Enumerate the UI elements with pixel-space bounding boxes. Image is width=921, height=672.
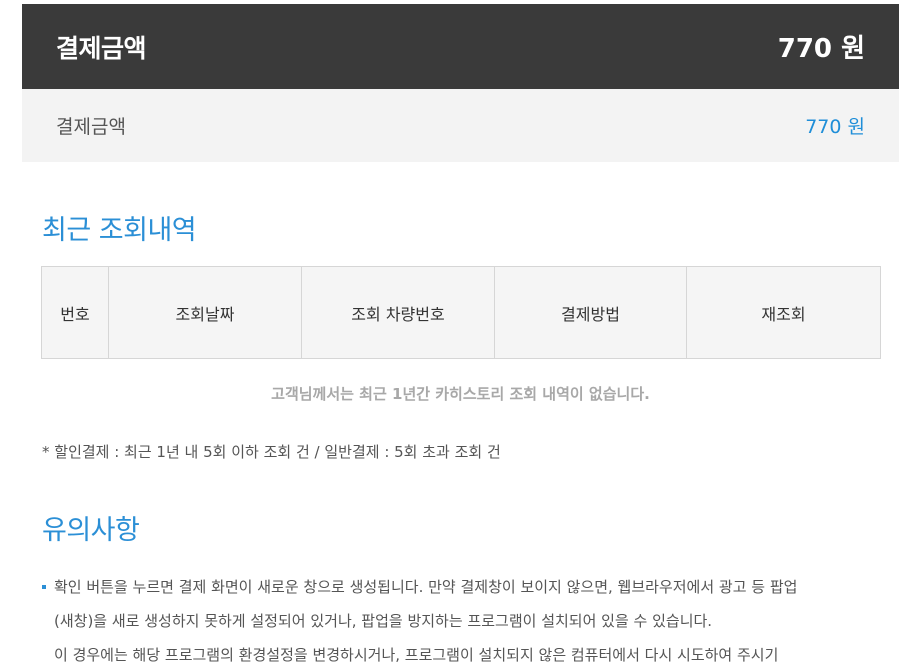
column-header-plate-number: 조회 차량번호 (301, 266, 495, 359)
payment-total-bar: 결제금액 770 원 (22, 4, 899, 89)
notice-section-title: 유의사항 (42, 515, 140, 546)
notice-line-3: 이 경우에는 해당 프로그램의 환경설정을 변경하시거나, 프로그램이 설치되지… (54, 646, 779, 664)
column-header-payment-method: 결제방법 (494, 266, 687, 359)
payment-sub-bar: 결제금액 770 원 (22, 89, 899, 162)
notice-list: 확인 버튼을 누르면 결제 화면이 새로운 창으로 생성됩니다. 만약 결제창이… (42, 570, 882, 672)
history-empty-message: 고객님께서는 최근 1년간 카히스토리 조회 내역이 없습니다. (271, 385, 650, 403)
column-header-requery: 재조회 (686, 266, 881, 359)
total-label: 결제금액 (56, 33, 147, 63)
notice-line-2: (새창)을 새로 생성하지 못하게 설정되어 있거나, 팝업을 방지하는 프로그… (54, 612, 713, 630)
payment-page: 결제금액 770 원 결제금액 770 원 최근 조회내역 번호 조회날짜 조회… (22, 4, 899, 664)
notice-line-1: 확인 버튼을 누르면 결제 화면이 새로운 창으로 생성됩니다. 만약 결제창이… (54, 578, 798, 596)
discount-note: * 할인결제 : 최근 1년 내 5회 이하 조회 건 / 일반결제 : 5회 … (42, 443, 501, 461)
total-amount: 770 원 (777, 34, 865, 64)
bullet-icon (42, 585, 46, 589)
history-section-title: 최근 조회내역 (42, 215, 197, 246)
history-table-header-row: 번호 조회날짜 조회 차량번호 결제방법 재조회 (41, 266, 881, 359)
notice-item: 확인 버튼을 누르면 결제 화면이 새로운 창으로 생성됩니다. 만약 결제창이… (42, 570, 882, 672)
column-header-number: 번호 (41, 266, 109, 359)
sub-total-label: 결제금액 (56, 116, 126, 138)
column-header-date: 조회날짜 (108, 266, 302, 359)
history-table: 번호 조회날짜 조회 차량번호 결제방법 재조회 (41, 266, 881, 359)
sub-total-amount: 770 원 (805, 116, 865, 138)
